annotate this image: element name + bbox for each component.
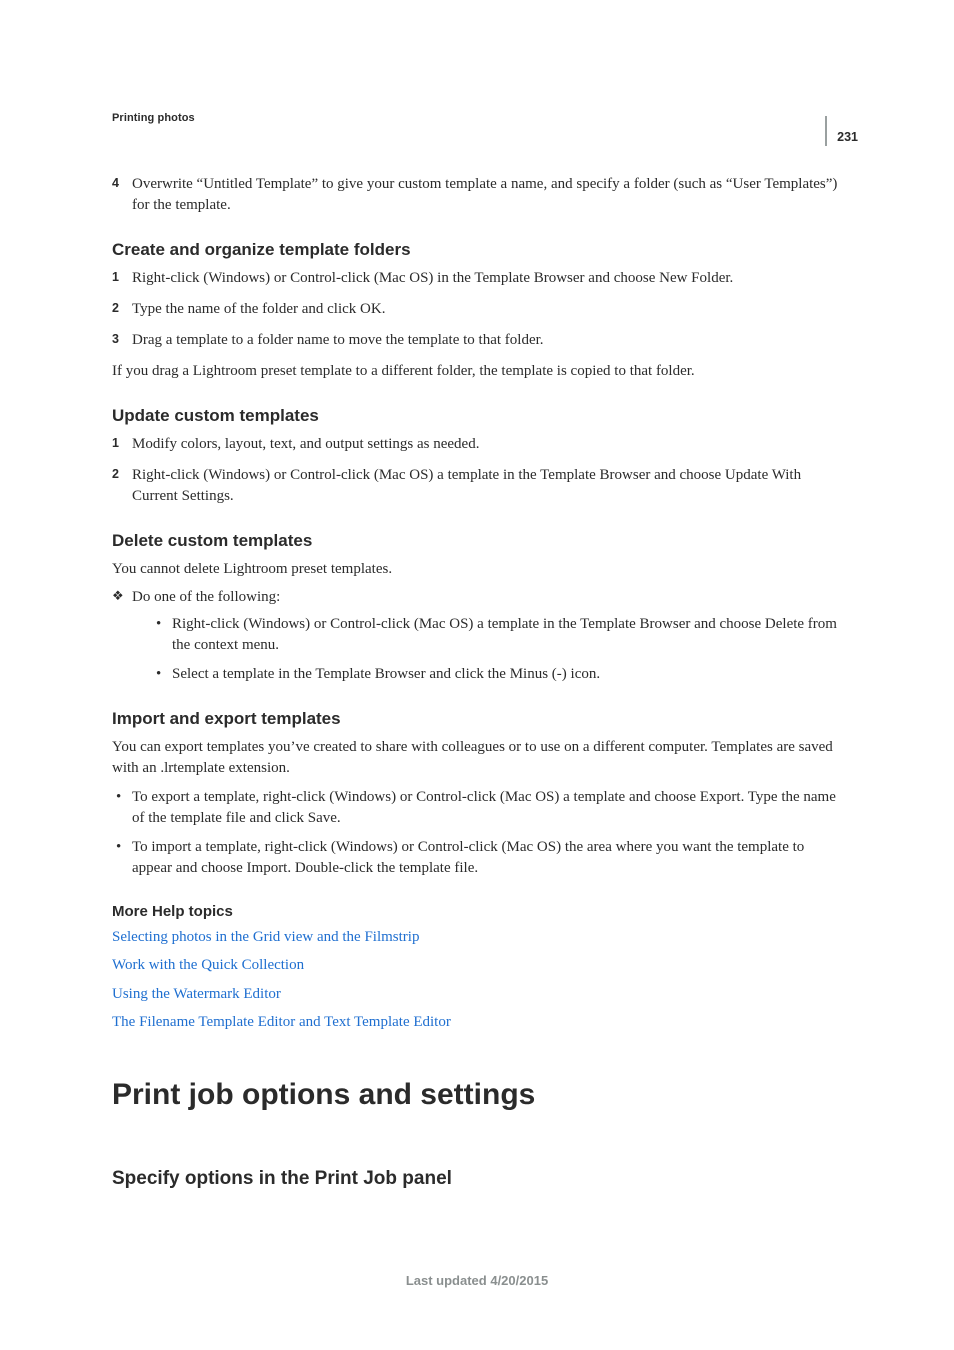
sub-bullets-delete: Right-click (Windows) or Control-click (… <box>132 614 842 685</box>
step-text: Modify colors, layout, text, and output … <box>132 436 479 452</box>
page: 231 Printing photos 4 Overwrite “Untitle… <box>0 0 954 1350</box>
heading-delete: Delete custom templates <box>112 531 842 551</box>
step-text: Right-click (Windows) or Control-click (… <box>132 467 801 504</box>
step-number: 2 <box>112 300 119 318</box>
steps-update: 1 Modify colors, layout, text, and outpu… <box>112 434 842 507</box>
step-2: 2 Right-click (Windows) or Control-click… <box>112 465 842 507</box>
diamond-list-delete: Do one of the following: Right-click (Wi… <box>112 587 842 685</box>
steps-continued: 4 Overwrite “Untitled Template” to give … <box>112 174 842 216</box>
link-quick-collection[interactable]: Work with the Quick Collection <box>112 954 842 977</box>
paragraph-delete-intro: You cannot delete Lightroom preset templ… <box>112 559 842 580</box>
bullets-import-export: To export a template, right-click (Windo… <box>112 787 842 879</box>
step-number: 3 <box>112 331 119 349</box>
heading-import-export: Import and export templates <box>112 709 842 729</box>
running-head: Printing photos <box>112 112 842 124</box>
page-number-wrap: 231 <box>825 116 858 146</box>
step-number: 2 <box>112 466 119 484</box>
link-filename-template-editor[interactable]: The Filename Template Editor and Text Te… <box>112 1011 842 1034</box>
bullet-item: Right-click (Windows) or Control-click (… <box>132 614 842 656</box>
paragraph-import-export-intro: You can export templates you’ve created … <box>112 737 842 778</box>
step-text: Right-click (Windows) or Control-click (… <box>132 270 733 286</box>
step-text: Overwrite “Untitled Template” to give yo… <box>132 176 837 213</box>
subsection-title: Specify options in the Print Job panel <box>112 1168 842 1190</box>
footer-last-updated: Last updated 4/20/2015 <box>0 1273 954 1288</box>
step-4: 4 Overwrite “Untitled Template” to give … <box>112 174 842 216</box>
bullet-item: To export a template, right-click (Windo… <box>112 787 842 829</box>
step-3: 3 Drag a template to a folder name to mo… <box>112 330 842 351</box>
heading-more-help: More Help topics <box>112 903 842 920</box>
step-number: 1 <box>112 435 119 453</box>
diamond-item: Do one of the following: Right-click (Wi… <box>112 587 842 685</box>
steps-create-organize: 1 Right-click (Windows) or Control-click… <box>112 268 842 351</box>
heading-create-organize: Create and organize template folders <box>112 240 842 260</box>
bullet-item: To import a template, right-click (Windo… <box>112 837 842 879</box>
step-text: Drag a template to a folder name to move… <box>132 332 544 348</box>
step-number: 4 <box>112 175 119 193</box>
link-selecting-photos[interactable]: Selecting photos in the Grid view and th… <box>112 926 842 949</box>
diamond-text: Do one of the following: <box>132 589 280 605</box>
paragraph-create-organize-trailing: If you drag a Lightroom preset template … <box>112 361 842 382</box>
step-number: 1 <box>112 269 119 287</box>
bullet-item: Select a template in the Template Browse… <box>132 664 842 685</box>
link-watermark-editor[interactable]: Using the Watermark Editor <box>112 983 842 1006</box>
heading-update: Update custom templates <box>112 406 842 426</box>
step-1: 1 Right-click (Windows) or Control-click… <box>112 268 842 289</box>
step-text: Type the name of the folder and click OK… <box>132 301 385 317</box>
chapter-title: Print job options and settings <box>112 1078 842 1112</box>
page-number: 231 <box>837 130 858 146</box>
step-2: 2 Type the name of the folder and click … <box>112 299 842 320</box>
step-1: 1 Modify colors, layout, text, and outpu… <box>112 434 842 455</box>
